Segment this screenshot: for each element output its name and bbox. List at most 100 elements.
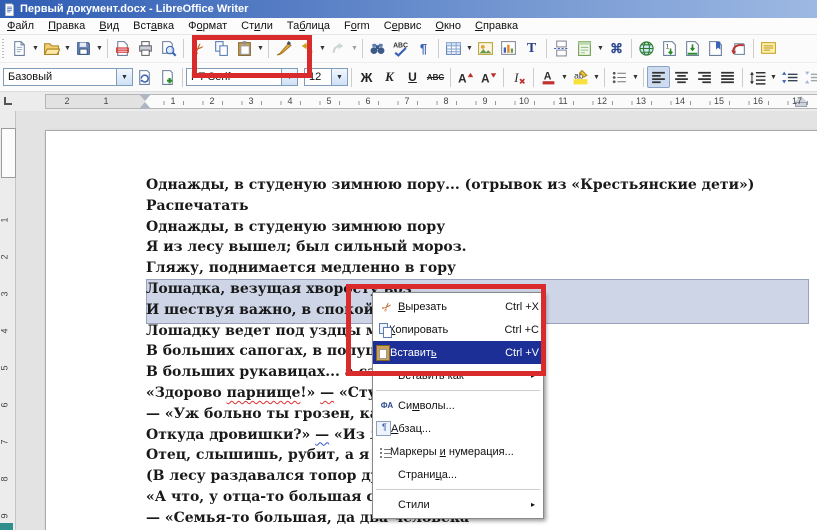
save-dropdown[interactable]: ▼ — [95, 45, 104, 52]
context-menu-item-bullets-numbering[interactable]: Маркеры и нумерация... — [373, 440, 543, 463]
new-document-dropdown[interactable]: ▼ — [31, 45, 40, 52]
underline-button[interactable]: U — [401, 66, 424, 88]
decrease-font-size-button[interactable]: А — [477, 66, 500, 88]
font-size-dropdown[interactable]: ▼ — [331, 69, 347, 85]
document-text-line[interactable]: Распечатать — [146, 198, 249, 214]
paragraph-style-combo[interactable]: Базовый ▼ — [3, 68, 133, 86]
clear-formatting-button[interactable]: I — [507, 66, 530, 88]
insert-field-dropdown[interactable]: ▼ — [596, 45, 605, 52]
increase-font-size-button[interactable]: А — [454, 66, 477, 88]
menubar-item-form[interactable]: Form — [337, 19, 377, 33]
bold-button[interactable]: Ж — [355, 66, 378, 88]
redo-button[interactable] — [327, 38, 350, 60]
context-menu-item-styles[interactable]: Стили ▸ — [373, 493, 543, 516]
menubar-item-help[interactable]: Справка — [468, 19, 525, 33]
toolbar-separator — [643, 67, 644, 87]
vertical-ruler[interactable]: 1 2 3 4 5 6 7 8 9 — [0, 111, 16, 530]
tab-stop-selector[interactable] — [4, 97, 12, 105]
paragraph-icon — [376, 421, 391, 436]
paragraph-space-decrease-button[interactable] — [801, 66, 817, 88]
font-color-button[interactable]: А — [537, 66, 560, 88]
find-replace-button[interactable] — [366, 38, 389, 60]
line-spacing-button[interactable] — [746, 66, 769, 88]
menubar-item-table[interactable]: Таблица — [280, 19, 337, 33]
hyperlink-button[interactable] — [635, 38, 658, 60]
document-text-line[interactable]: «А что, у отца-то большая сем — [146, 489, 396, 505]
comment-button[interactable] — [757, 38, 780, 60]
document-text-line[interactable]: Отец, слышишь, рубит, а я от — [146, 447, 392, 463]
paragraph-style-dropdown[interactable]: ▼ — [116, 69, 132, 85]
insert-field-button[interactable] — [573, 38, 596, 60]
undo-dropdown[interactable]: ▼ — [318, 45, 327, 52]
italic-button[interactable]: K — [378, 66, 401, 88]
menubar-item-edit[interactable]: Правка — [41, 19, 92, 33]
open-dropdown[interactable]: ▼ — [63, 45, 72, 52]
font-color-dropdown[interactable]: ▼ — [560, 74, 569, 81]
footnote-button[interactable]: 1 — [658, 38, 681, 60]
align-center-button[interactable] — [670, 66, 693, 88]
insert-textbox-button[interactable]: T — [520, 38, 543, 60]
annotation-red-box-menu — [346, 284, 546, 376]
document-text-line[interactable]: Однажды, в студеную зимнюю пору... (отры… — [146, 177, 754, 193]
document-text-line[interactable]: «Здорово парнище!» — «Ступа — [146, 385, 396, 401]
justify-button[interactable] — [716, 66, 739, 88]
redo-dropdown[interactable]: ▼ — [350, 45, 359, 52]
document-text-line[interactable]: Однажды, в студеную зимнюю пору — [146, 219, 445, 235]
update-style-button[interactable] — [133, 66, 156, 88]
export-pdf-button[interactable] — [111, 38, 134, 60]
document-text-line[interactable]: Я из лесу вышел; был сильный мороз. — [146, 239, 467, 255]
align-right-button[interactable] — [693, 66, 716, 88]
document-text-line[interactable]: Откуда дровишки?» — «Из лес — [146, 427, 397, 443]
context-menu-item-symbols[interactable]: Символы... — [373, 394, 543, 417]
formatting-marks-button[interactable]: ¶ — [412, 38, 435, 60]
indent-marker[interactable] — [139, 94, 151, 109]
special-character-button[interactable]: ⌘ — [605, 38, 628, 60]
ruler-number: 8 — [0, 476, 10, 482]
title-bar[interactable]: Первый документ.docx - LibreOffice Write… — [0, 0, 817, 18]
open-button[interactable] — [40, 38, 63, 60]
track-changes-button[interactable] — [727, 38, 750, 60]
bullets-dropdown[interactable]: ▼ — [631, 74, 640, 81]
new-style-button[interactable] — [156, 66, 179, 88]
save-button[interactable] — [72, 38, 95, 60]
underline-icon: U — [408, 70, 417, 84]
document-text-line[interactable]: — «Уж больно ты грозен, как я — [146, 406, 404, 422]
page-break-button[interactable] — [550, 38, 573, 60]
toolbar-separator — [450, 67, 451, 87]
context-menu-item-paragraph[interactable]: Абзац... — [373, 417, 543, 440]
menubar-item-styles[interactable]: Стили — [234, 19, 280, 33]
paragraph-space-increase-button[interactable] — [778, 66, 801, 88]
menubar-item-file[interactable]: Файл — [0, 19, 41, 33]
menubar-item-insert[interactable]: Вставка — [126, 19, 181, 33]
new-document-button[interactable] — [8, 38, 31, 60]
highlight-color-button[interactable]: ab — [569, 66, 592, 88]
insert-table-dropdown[interactable]: ▼ — [465, 45, 474, 52]
strikethrough-button[interactable]: ABC — [424, 66, 447, 88]
line-spacing-dropdown[interactable]: ▼ — [769, 74, 778, 81]
print-button[interactable] — [134, 38, 157, 60]
highlight-color-dropdown[interactable]: ▼ — [592, 74, 601, 81]
spelling-button[interactable]: ABC — [389, 38, 412, 60]
menubar-item-window[interactable]: Окно — [428, 19, 468, 33]
ruler-number: 11 — [558, 96, 568, 106]
document-text-line[interactable]: Гляжу, поднимается медленно в гору — [146, 260, 456, 276]
insert-chart-button[interactable] — [497, 38, 520, 60]
toolbar-separator — [533, 67, 534, 87]
insert-image-button[interactable] — [474, 38, 497, 60]
print-preview-button[interactable] — [157, 38, 180, 60]
align-left-button[interactable] — [647, 66, 670, 88]
document-text-line[interactable]: (В лесу раздавался топор дров — [146, 468, 400, 484]
context-menu-item-page[interactable]: Страница... — [373, 463, 543, 486]
menubar-item-format[interactable]: Формат — [181, 19, 234, 33]
toolbar-separator — [503, 67, 504, 87]
menubar-item-view[interactable]: Вид — [92, 19, 126, 33]
menubar-item-tools[interactable]: Сервис — [377, 19, 429, 33]
insert-table-button[interactable] — [442, 38, 465, 60]
toolbar-drag-handle[interactable] — [1, 38, 6, 59]
bookmark-button[interactable] — [704, 38, 727, 60]
bullets-button[interactable] — [608, 66, 631, 88]
endnote-button[interactable] — [681, 38, 704, 60]
horizontal-ruler[interactable]: 2 1 1 2 3 4 5 6 7 8 9 10 11 12 13 14 15 16 17 — [0, 92, 817, 111]
annotation-red-box-toolbar — [192, 35, 312, 78]
status-bar-corner — [0, 523, 13, 530]
